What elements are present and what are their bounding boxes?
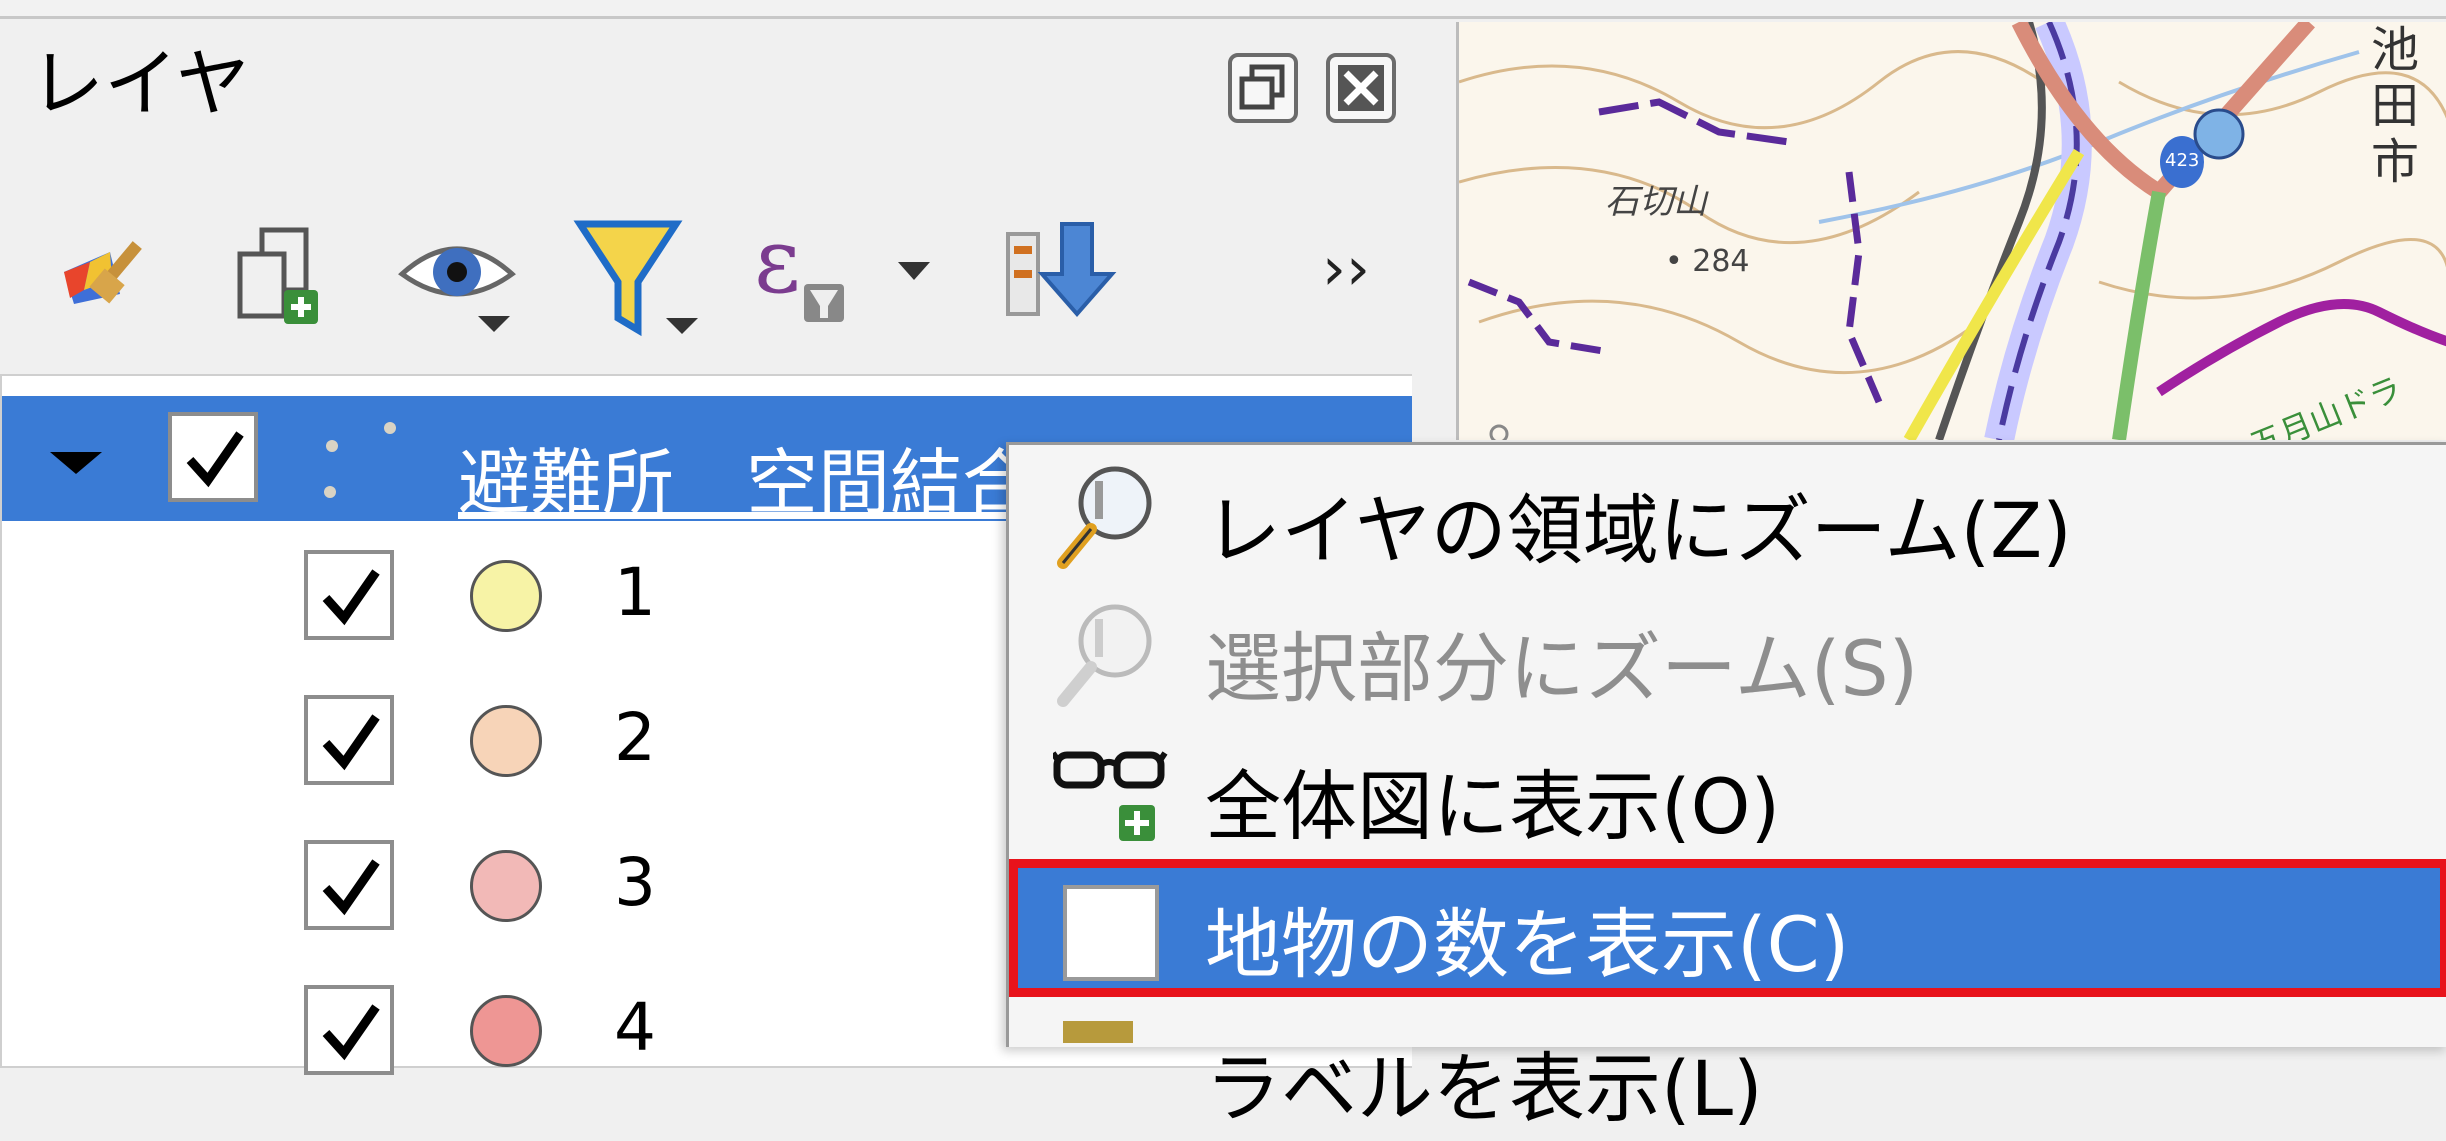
class-row[interactable]: 2	[2, 671, 1102, 816]
map-label: 池田市	[2371, 22, 2420, 190]
menu-item-show-overview[interactable]: 全体図に表示(O)	[1009, 721, 2446, 859]
zoom-selection-icon	[1053, 597, 1163, 707]
menu-item-zoom-selection[interactable]: 選択部分にズーム(S)	[1009, 583, 2446, 721]
layers-toolbar: ε ››	[0, 194, 1410, 344]
overview-glasses-icon	[1050, 735, 1168, 845]
layer-name[interactable]: 避難所＿空間結合	[458, 424, 1034, 529]
menu-item-label: 全体図に表示(O)	[1205, 762, 1781, 851]
restore-window-icon[interactable]	[1228, 53, 1298, 123]
layer-visibility-checkbox[interactable]	[168, 412, 258, 502]
menu-item-label: 地物の数を表示(C)	[1205, 900, 1850, 989]
class-symbol-icon	[470, 850, 542, 922]
menu-item-show-labels[interactable]: ラベルを表示(L)	[1009, 1003, 2446, 1141]
class-symbol-icon	[470, 560, 542, 632]
menu-item-show-feature-count[interactable]: 地物の数を表示(C)	[1009, 859, 2446, 997]
close-icon[interactable]	[1326, 53, 1396, 123]
class-label: 2	[614, 699, 656, 776]
menu-item-label: レイヤの領域にズーム(Z)	[1205, 486, 2072, 575]
move-layer-down-icon[interactable]	[1000, 194, 1130, 344]
class-checkbox[interactable]	[304, 840, 394, 930]
more-tools-button[interactable]: ››	[1322, 234, 1370, 304]
map-canvas[interactable]: 石切山 • 284 423 池田市 五月山ドラ	[1456, 22, 2446, 440]
class-symbol-icon	[470, 705, 542, 777]
map-label: 423	[2165, 150, 2200, 171]
map-label: 石切山	[1605, 182, 1707, 222]
label-icon	[1053, 1017, 1163, 1127]
svg-text:ε: ε	[754, 209, 801, 314]
checkbox-icon[interactable]	[1063, 885, 1159, 981]
class-label: 3	[614, 844, 656, 921]
class-checkbox[interactable]	[304, 985, 394, 1075]
class-label: 1	[614, 554, 656, 631]
class-row[interactable]: 3	[2, 816, 1102, 961]
top-border	[0, 0, 2446, 19]
filter-funnel-icon[interactable]	[572, 194, 702, 344]
add-group-icon[interactable]	[222, 194, 342, 344]
class-row[interactable]: 4	[2, 961, 1102, 1106]
class-symbol-icon	[470, 995, 542, 1067]
class-row[interactable]: 1	[2, 526, 1102, 671]
point-layer-icon	[302, 406, 422, 506]
expression-filter-icon[interactable]: ε	[752, 194, 952, 344]
map-label: • 284	[1665, 244, 1750, 279]
menu-item-zoom-layer[interactable]: レイヤの領域にズーム(Z)	[1009, 445, 2446, 583]
class-checkbox[interactable]	[304, 695, 394, 785]
style-brush-icon[interactable]	[50, 194, 170, 344]
menu-item-label: 選択部分にズーム(S)	[1205, 624, 1919, 713]
class-checkbox[interactable]	[304, 550, 394, 640]
panel-title: レイヤ	[30, 41, 250, 127]
layer-context-menu: レイヤの領域にズーム(Z) 選択部分にズーム(S) 全体図に表示(O) 地物の数…	[1006, 442, 2446, 1133]
visibility-eye-icon[interactable]	[392, 194, 532, 344]
class-label: 4	[614, 989, 656, 1066]
collapse-arrow-icon[interactable]	[50, 452, 102, 474]
zoom-layer-icon	[1053, 459, 1163, 569]
